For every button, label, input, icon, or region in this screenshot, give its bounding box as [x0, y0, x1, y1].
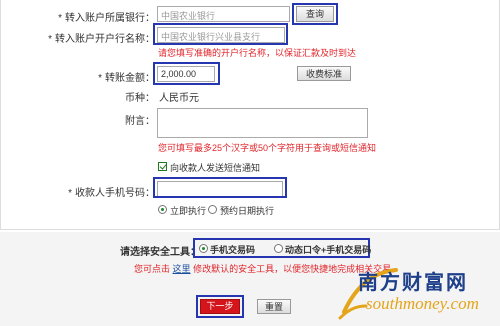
exec-now-label: 立即执行 — [170, 206, 207, 216]
security-option1-label: 手机交易码 — [210, 245, 256, 255]
sms-notify-label: 向收款人发送短信通知 — [170, 163, 261, 173]
security-option1-radio[interactable] — [199, 244, 208, 253]
security-option2-label: 动态口令+手机交易码 — [285, 245, 372, 255]
next-step-button[interactable]: 下一步 — [200, 299, 240, 314]
branch-label: * 转入账户开户行名称： — [48, 34, 155, 45]
phone-highlight-box — [153, 177, 287, 198]
exec-now-radio[interactable] — [158, 205, 167, 214]
amount-highlight-box — [153, 62, 220, 85]
security-title: 请选择安全工具： — [120, 247, 200, 258]
watermark-en-text: southmoney.com — [366, 294, 479, 313]
bank-input[interactable]: 中国农业银行 — [157, 6, 290, 22]
sms-notify-checkbox[interactable] — [158, 162, 167, 171]
phone-label: * 收款人手机号码： — [68, 188, 155, 199]
security-hint-prefix: 您可点击 — [134, 264, 171, 274]
branch-highlight-box — [153, 23, 288, 45]
exec-scheduled-label: 预约日期执行 — [220, 206, 275, 216]
watermark-cn-text: 南方财富网 — [358, 270, 468, 294]
bank-label: * 转入账户所属银行： — [58, 13, 155, 24]
currency-value: 人民币元 — [159, 93, 199, 104]
note-label: 附言： — [125, 116, 155, 127]
currency-label: 币种： — [125, 93, 155, 104]
exec-scheduled-radio[interactable] — [208, 205, 217, 214]
note-textarea[interactable] — [157, 108, 368, 138]
amount-label: * 转账金额： — [98, 73, 155, 84]
security-hint-link[interactable]: 这里 — [173, 264, 191, 274]
southmoney-watermark-logo: 南方财富网 southmoney.com — [336, 262, 496, 322]
reset-button[interactable]: 重置 — [257, 299, 291, 314]
query-highlight-box — [292, 3, 338, 25]
fee-standard-button[interactable]: 收费标准 — [297, 66, 351, 81]
branch-hint: 请您填写准确的开户行名称，以保证汇款及时到达 — [158, 48, 357, 58]
note-hint: 您可填写最多25个汉字或50个字符用于查询或短信通知 — [158, 143, 377, 153]
security-option2-radio[interactable] — [274, 244, 283, 253]
